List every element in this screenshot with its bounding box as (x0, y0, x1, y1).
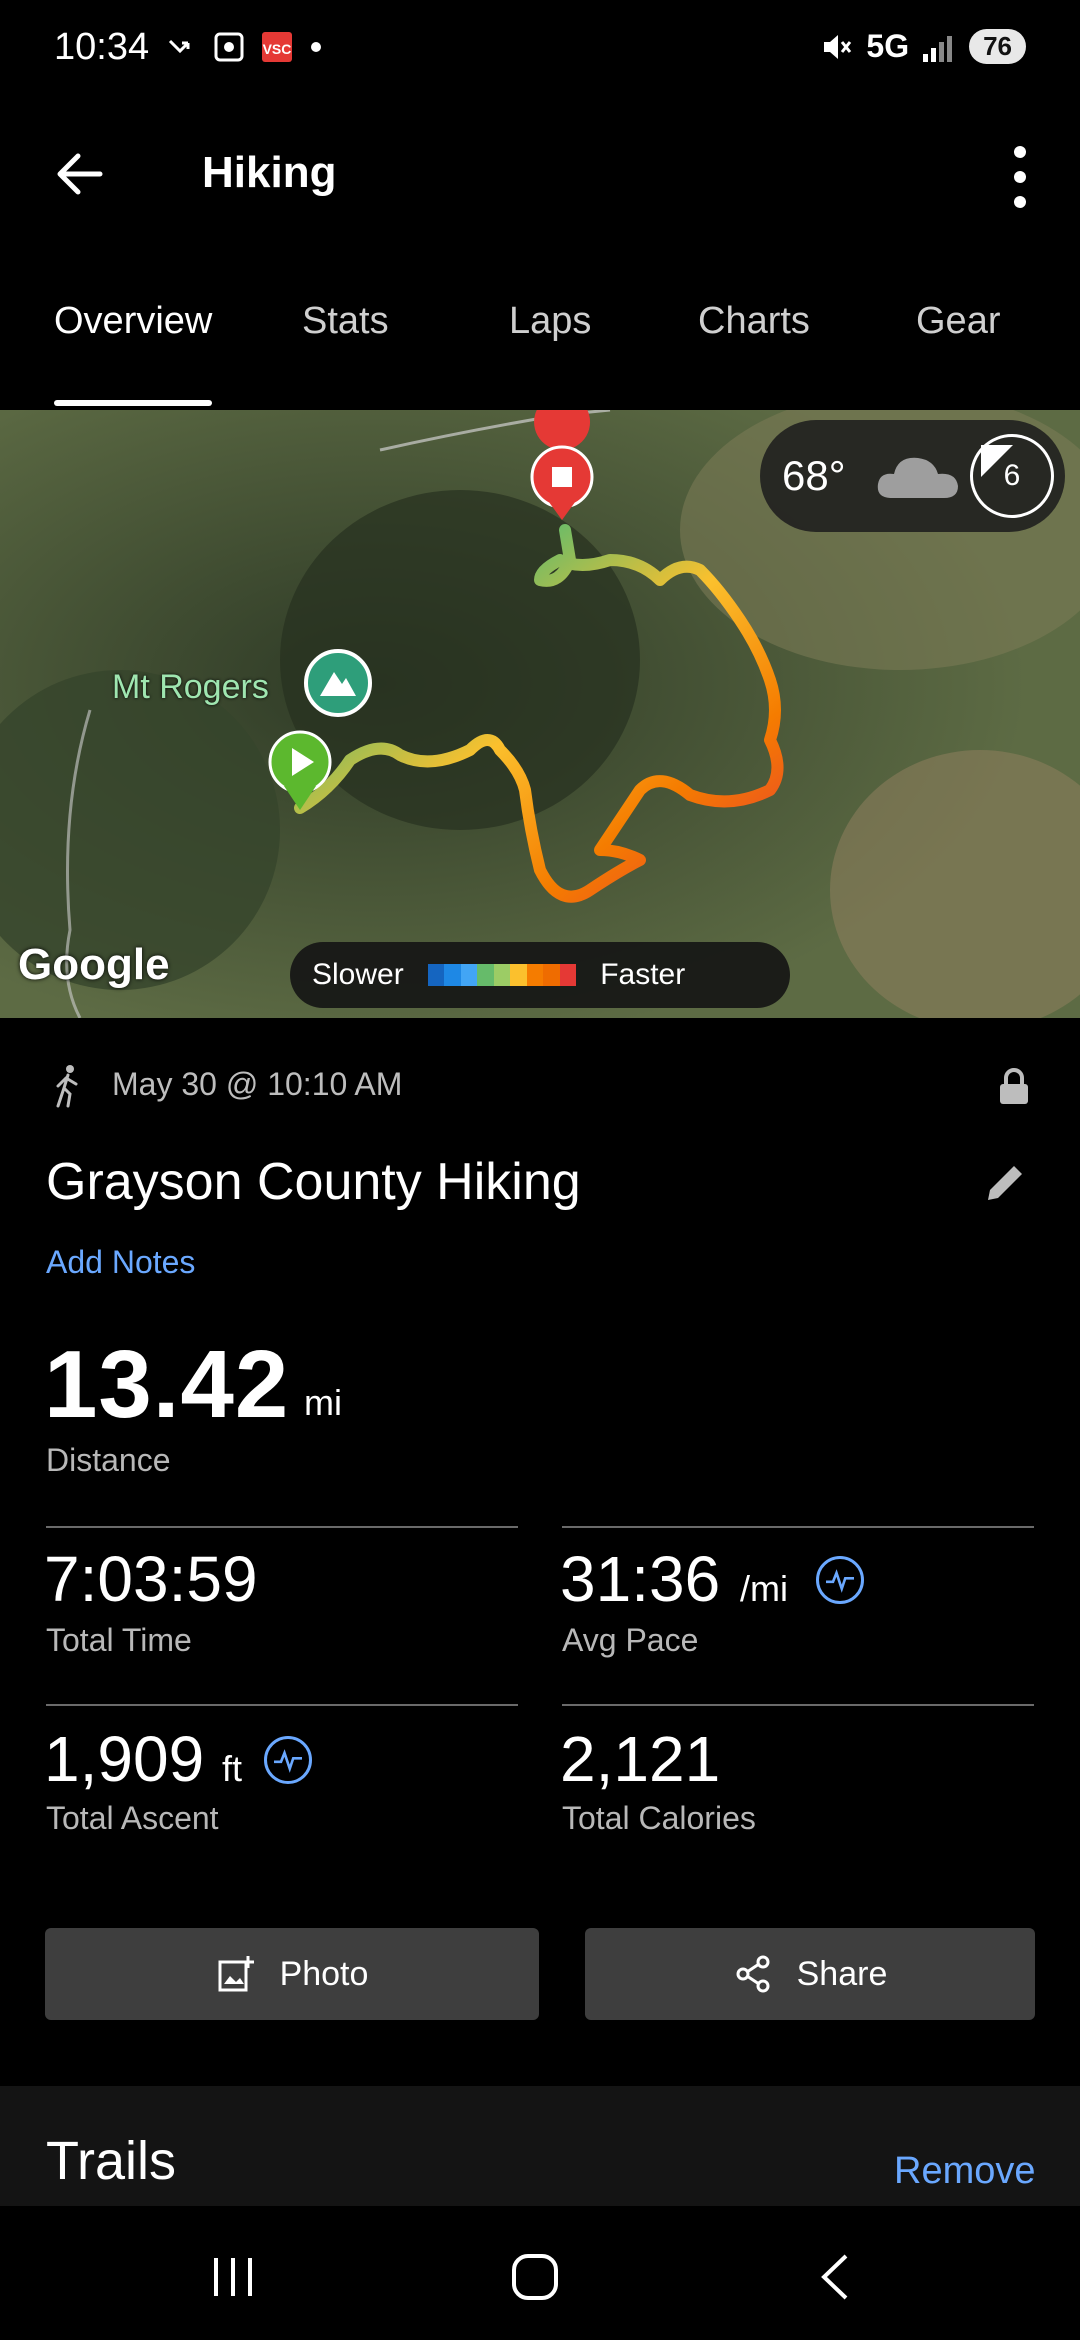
total-ascent-unit: ft (222, 1748, 243, 1789)
legend-faster-label: Faster (600, 958, 686, 991)
cloud-icon (877, 457, 958, 498)
photo-button-label: Photo (279, 1954, 369, 1993)
legend-swatch (559, 964, 577, 986)
share-icon (736, 1955, 770, 1993)
pace-legend: Slower Faster (290, 942, 790, 1008)
avg-pace-unit: /mi (740, 1568, 788, 1609)
legend-swatch (493, 964, 511, 986)
trails-section: Trails Remove (0, 2086, 1080, 2206)
total-ascent-label: Total Ascent (46, 1800, 219, 1836)
missed-call-icon (168, 39, 190, 54)
pace-insight-icon[interactable] (816, 1556, 864, 1604)
tab-gear-label: Gear (916, 300, 1001, 342)
total-time-label: Total Time (46, 1622, 192, 1658)
tab-overview-label: Overview (54, 300, 213, 342)
activity-title[interactable]: Grayson County Hiking (46, 1152, 581, 1212)
status-bar: 10:34 VSC 5G 76 (0, 0, 1080, 100)
lock-icon[interactable] (996, 1066, 1032, 1106)
screenshot-icon (214, 32, 244, 62)
back-arrow-icon[interactable] (50, 144, 110, 204)
tab-bar: Overview Stats Laps Charts Gear (0, 280, 1080, 410)
status-icons: VSC (166, 30, 324, 64)
avg-pace-value: 31:36 (560, 1543, 721, 1615)
hiking-icon (56, 1065, 78, 1108)
remove-trail-link[interactable]: Remove (894, 2150, 1036, 2193)
avg-pace-label: Avg Pace (562, 1622, 699, 1658)
wind-direction-icon (981, 445, 1013, 477)
status-right: 5G 76 (820, 28, 1026, 65)
nav-back-icon[interactable] (812, 2252, 862, 2302)
edit-pencil-icon[interactable] (980, 1158, 1030, 1208)
legend-swatch (460, 964, 478, 986)
battery-indicator: 76 (969, 29, 1026, 64)
page-title: Hiking (202, 148, 337, 197)
add-notes-link[interactable]: Add Notes (46, 1244, 195, 1281)
weather-temperature: 68° (782, 452, 846, 499)
divider (46, 1704, 518, 1706)
divider (562, 1704, 1034, 1706)
tab-charts[interactable]: Charts (698, 300, 810, 410)
divider (46, 1526, 518, 1528)
tab-active-indicator (54, 400, 213, 406)
legend-slower-label: Slower (312, 958, 404, 991)
legend-swatch (526, 964, 544, 986)
legend-swatch (477, 964, 494, 986)
tab-stats[interactable]: Stats (302, 300, 389, 410)
distance-label: Distance (46, 1442, 171, 1478)
total-calories-label: Total Calories (562, 1800, 756, 1836)
mute-icon (824, 34, 852, 59)
activity-datetime: May 30 @ 10:10 AM (112, 1066, 403, 1102)
weather-pill[interactable]: 68° 6 (760, 420, 1065, 532)
network-type: 5G (866, 28, 910, 64)
system-nav-bar (0, 2206, 1080, 2340)
tab-charts-label: Charts (698, 300, 810, 342)
tab-gear[interactable]: Gear (916, 300, 1000, 410)
share-button[interactable]: Share (585, 1928, 1035, 2020)
total-time-value: 7:03:59 (44, 1543, 258, 1615)
more-options-icon[interactable] (1000, 142, 1040, 212)
total-ascent-value: 1,909 (44, 1723, 205, 1795)
total-calories-value: 2,121 (560, 1723, 721, 1795)
signal-icon (923, 35, 953, 62)
tab-laps-label: Laps (509, 300, 592, 342)
add-photo-icon (218, 1956, 254, 1992)
app-notification-icon: VSC (262, 32, 292, 62)
google-logo: Google (18, 940, 170, 989)
legend-swatch (510, 964, 527, 986)
legend-swatch (444, 964, 461, 986)
legend-swatch (427, 964, 445, 986)
pace-color-bar (427, 964, 577, 986)
divider (562, 1526, 1034, 1528)
tab-overview[interactable]: Overview (54, 300, 213, 410)
share-button-label: Share (796, 1954, 888, 1993)
add-photo-button[interactable]: Photo (45, 1928, 539, 2020)
legend-swatch (543, 964, 560, 986)
recent-apps-icon[interactable] (208, 2252, 258, 2302)
distance-value: 13.42 (44, 1331, 290, 1438)
tab-laps[interactable]: Laps (509, 300, 591, 410)
trails-title: Trails (46, 2131, 176, 2191)
wind-gauge: 6 (970, 434, 1054, 518)
home-icon[interactable] (508, 2250, 562, 2304)
distance-unit: mi (304, 1382, 342, 1423)
svg-text:VSC: VSC (263, 41, 292, 57)
app-bar: Hiking (0, 100, 1080, 250)
ascent-insight-icon[interactable] (264, 1736, 312, 1784)
map-place-label: Mt Rogers (112, 668, 269, 706)
status-time: 10:34 (54, 26, 150, 68)
tab-stats-label: Stats (302, 300, 389, 342)
dot-icon (311, 42, 321, 52)
